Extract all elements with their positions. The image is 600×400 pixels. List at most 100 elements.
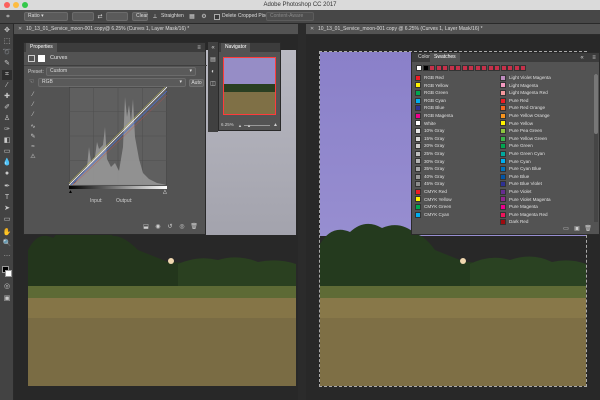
recent-color-chip[interactable] bbox=[461, 65, 468, 71]
swatch-item[interactable]: Pure Magenta bbox=[500, 203, 538, 211]
recent-color-chip[interactable] bbox=[487, 65, 494, 71]
panel-menu-icon[interactable]: ≡ bbox=[589, 54, 599, 62]
panel-menu-icon[interactable]: ≡ bbox=[194, 44, 204, 52]
healing-brush-tool-icon[interactable]: ✚ bbox=[2, 92, 12, 102]
type-tool-icon[interactable]: T bbox=[2, 193, 12, 203]
swatch-item[interactable]: Pure Cyan bbox=[500, 158, 531, 166]
recent-color-chip[interactable] bbox=[429, 65, 435, 71]
dock-history-icon[interactable]: ▤ bbox=[209, 56, 217, 64]
new-folder-icon[interactable]: ▭ bbox=[562, 225, 570, 233]
ratio-height-input[interactable] bbox=[106, 12, 128, 21]
scrollbar-thumb[interactable] bbox=[594, 74, 598, 134]
straighten-label[interactable]: Straighten bbox=[161, 13, 184, 19]
close-tab-icon[interactable]: ✕ bbox=[310, 24, 314, 34]
recent-color-chip[interactable] bbox=[474, 65, 481, 71]
swatch-item[interactable]: CMYK Red bbox=[415, 188, 447, 196]
swatch-item[interactable]: 25% Gray bbox=[415, 150, 444, 158]
clone-stamp-tool-icon[interactable]: ♙ bbox=[2, 114, 12, 124]
swatch-item[interactable]: Light Violet Magenta bbox=[500, 74, 551, 82]
swatch-item[interactable]: Pure Green bbox=[500, 142, 533, 150]
zoom-window-icon[interactable] bbox=[22, 2, 28, 8]
swatches-scrollbar[interactable] bbox=[594, 74, 598, 222]
close-window-icon[interactable] bbox=[4, 2, 10, 8]
tab-swatches[interactable]: Swatches bbox=[430, 53, 460, 62]
clear-button[interactable]: Clear bbox=[132, 12, 148, 21]
swatch-item[interactable]: Pure Green Cyan bbox=[500, 150, 545, 158]
swatch-item[interactable]: Pure Red Orange bbox=[500, 104, 545, 112]
quick-selection-tool-icon[interactable]: ✎ bbox=[2, 59, 12, 69]
marquee-tool-icon[interactable]: ⬚ bbox=[2, 37, 12, 47]
swatch-item[interactable]: Dark Red bbox=[500, 218, 528, 226]
swatch-item[interactable]: Pure Pea Green bbox=[500, 127, 542, 135]
dock-layers-icon[interactable]: ◫ bbox=[209, 80, 217, 88]
delete-cropped-checkbox[interactable] bbox=[214, 14, 220, 20]
swatch-item[interactable]: Pure Violet bbox=[500, 188, 531, 196]
swatch-item[interactable]: Pure Violet Magenta bbox=[500, 196, 551, 204]
more-tools-icon[interactable]: … bbox=[2, 250, 12, 260]
swatch-item[interactable]: Light Magenta Red bbox=[500, 89, 548, 97]
black-eyedropper-icon[interactable]: ⁄ bbox=[29, 91, 37, 99]
dodge-tool-icon[interactable]: ● bbox=[2, 169, 12, 179]
visibility-icon[interactable]: ◎ bbox=[178, 223, 186, 231]
recent-color-chip[interactable] bbox=[481, 65, 487, 71]
recent-color-chip[interactable] bbox=[416, 65, 422, 71]
ratio-select[interactable]: Ratio ▾ bbox=[24, 12, 68, 21]
swatch-item[interactable]: White bbox=[415, 120, 436, 128]
hand-tool-icon[interactable]: ✋ bbox=[2, 228, 12, 238]
curve-point-icon[interactable]: ∿ bbox=[29, 123, 37, 131]
clip-to-layer-icon[interactable]: ⬓ bbox=[142, 223, 150, 231]
recent-color-chip[interactable] bbox=[494, 65, 500, 71]
swatch-item[interactable]: Pure Magenta Red bbox=[500, 211, 548, 219]
clipping-warning-icon[interactable]: ⚠ bbox=[28, 153, 38, 161]
minimize-window-icon[interactable] bbox=[13, 2, 19, 8]
mask-icon[interactable] bbox=[38, 55, 45, 62]
close-tab-icon[interactable]: ✕ bbox=[18, 24, 22, 34]
eraser-tool-icon[interactable]: ◧ bbox=[2, 136, 12, 146]
move-tool-icon[interactable]: ✥ bbox=[2, 26, 12, 36]
tab-properties[interactable]: Properties bbox=[26, 43, 57, 52]
zoom-in-icon[interactable]: ▲ bbox=[273, 122, 278, 128]
swatch-item[interactable]: Pure Yellow Green bbox=[500, 135, 547, 143]
swatch-item[interactable]: 20% Gray bbox=[415, 142, 444, 150]
zoom-slider-thumb[interactable]: ▲ bbox=[247, 123, 251, 128]
recent-color-chip[interactable] bbox=[468, 65, 474, 71]
navigator-zoom-value[interactable]: 6.25% bbox=[221, 122, 234, 127]
trash-icon[interactable]: 🗑 bbox=[584, 225, 592, 233]
dock-collapse-icon[interactable]: « bbox=[209, 44, 217, 52]
pen-tool-icon[interactable]: ✒ bbox=[2, 182, 12, 192]
swatch-item[interactable]: RGB Cyan bbox=[415, 97, 446, 105]
rectangle-tool-icon[interactable]: ▭ bbox=[2, 215, 12, 225]
right-document-tab[interactable]: ✕ 10_13_01_Service_moon-001 copy @ 6.25%… bbox=[306, 24, 600, 34]
gear-icon[interactable]: ⚙ bbox=[200, 13, 208, 21]
recent-color-chip[interactable] bbox=[507, 65, 513, 71]
smooth-icon[interactable]: ≈ bbox=[29, 143, 37, 151]
swatch-item[interactable]: RGB Magenta bbox=[415, 112, 453, 120]
recent-color-chip[interactable] bbox=[513, 65, 520, 71]
swatch-item[interactable]: Pure Blue bbox=[500, 173, 529, 181]
lasso-tool-icon[interactable]: ➰ bbox=[2, 48, 12, 58]
crop-tool-icon[interactable]: ⌗ bbox=[2, 70, 12, 80]
view-previous-icon[interactable]: ◉ bbox=[154, 223, 162, 231]
ratio-width-input[interactable] bbox=[72, 12, 94, 21]
recent-color-chip[interactable] bbox=[422, 65, 429, 71]
background-color-swatch[interactable] bbox=[5, 270, 12, 277]
recent-color-chip[interactable] bbox=[435, 65, 442, 71]
swatch-item[interactable]: 10% Gray bbox=[415, 127, 444, 135]
recent-color-chip[interactable] bbox=[520, 65, 526, 71]
swatch-item[interactable]: RGB Green bbox=[415, 89, 448, 97]
hand-adjust-icon[interactable]: ☜ bbox=[27, 78, 36, 86]
swatch-item[interactable]: 40% Gray bbox=[415, 173, 444, 181]
swatch-item[interactable]: Pure Yellow Orange bbox=[500, 112, 550, 120]
recent-color-chip[interactable] bbox=[500, 65, 507, 71]
pencil-icon[interactable]: ✎ bbox=[29, 133, 37, 141]
quick-mask-icon[interactable]: ◎ bbox=[2, 282, 12, 292]
swatch-item[interactable]: RGB Blue bbox=[415, 104, 444, 112]
gradient-tool-icon[interactable]: ▭ bbox=[2, 147, 12, 157]
preset-select[interactable]: Custom ▾ bbox=[46, 67, 196, 76]
channel-select[interactable]: RGB ▾ bbox=[38, 78, 186, 87]
tab-navigator[interactable]: Navigator bbox=[221, 43, 251, 52]
screen-mode-icon[interactable]: ▣ bbox=[2, 294, 12, 304]
swatch-item[interactable]: 45% Gray bbox=[415, 180, 444, 188]
white-eyedropper-icon[interactable]: ⁄ bbox=[29, 111, 37, 119]
panel-collapse-icon[interactable]: « bbox=[578, 54, 586, 62]
